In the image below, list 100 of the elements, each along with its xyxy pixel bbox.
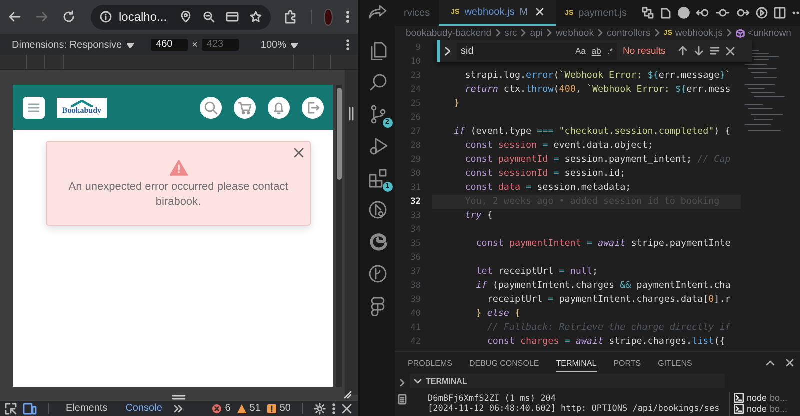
code-line: // Fallback: Retrieve the charge directly if	[486, 321, 732, 335]
code-line: const session = event.data.object;	[464, 139, 654, 153]
url-text: localho...	[119, 10, 168, 24]
play-bug-icon[interactable]	[368, 136, 388, 156]
panel-tab[interactable]: GITLENS	[658, 354, 692, 372]
chevron-up-icon[interactable]	[766, 360, 775, 366]
more-icon[interactable]	[792, 11, 800, 15]
play-circle-icon[interactable]	[756, 7, 768, 19]
card-icon[interactable]	[226, 11, 240, 23]
terminal-session[interactable]: node bo...	[734, 403, 800, 414]
times-sign: ×	[192, 40, 198, 50]
terminal-session[interactable]: node bo...	[734, 392, 800, 403]
resize-handle-icon[interactable]	[172, 395, 186, 400]
find-option-button[interactable]: ab	[592, 46, 602, 56]
star-icon[interactable]	[250, 11, 262, 23]
cart-icon[interactable]	[234, 96, 256, 118]
close-icon[interactable]	[786, 359, 794, 367]
panel-tab[interactable]: PROBLEMS	[408, 354, 452, 372]
bell-icon[interactable]	[268, 96, 290, 118]
compare-icon[interactable]	[642, 7, 654, 19]
breadcrumb-item[interactable]: <unknown	[736, 28, 792, 38]
code-line: try {	[464, 209, 494, 223]
close-icon[interactable]	[342, 404, 352, 414]
count-text: 6	[225, 403, 231, 414]
arrow-up-icon[interactable]	[678, 46, 688, 56]
count-badge[interactable]: 50	[266, 403, 291, 414]
code-line: }	[453, 97, 461, 111]
menu-dots-icon[interactable]	[346, 10, 350, 24]
devtools-tab[interactable]: Elements	[60, 403, 114, 414]
blocks-icon[interactable]	[368, 168, 388, 188]
scrollbar-thumb[interactable]	[337, 88, 342, 180]
find-option-button[interactable]: .*	[607, 46, 613, 56]
breadcrumb-item[interactable]: bookabudy-backend	[406, 28, 492, 38]
cube-icon	[736, 28, 745, 38]
chevron-icon[interactable]	[445, 46, 451, 56]
circle-dot-icon[interactable]	[716, 7, 730, 19]
address-bar[interactable]: localho...	[91, 4, 272, 30]
breadcrumb-item[interactable]: controllers	[606, 28, 651, 38]
chevron-icon	[654, 29, 660, 37]
search-icon[interactable]	[368, 72, 388, 92]
device-toggle-icon[interactable]	[23, 402, 37, 414]
no-results-text: No results	[623, 46, 666, 56]
terminal-icon	[734, 404, 744, 414]
close-icon[interactable]	[726, 46, 735, 56]
chevron-down-icon	[414, 378, 422, 384]
resize-handle-icon[interactable]	[349, 107, 354, 121]
code-line: let receiptUrl = null;	[475, 265, 600, 279]
panel-tab[interactable]: TERMINAL	[556, 354, 597, 372]
chevron-icon	[598, 29, 603, 37]
settings-icon[interactable]	[314, 402, 326, 414]
breadcrumb-item[interactable]: api	[530, 28, 543, 38]
arrow-down-icon[interactable]	[694, 46, 704, 56]
breadcrumb-item[interactable]: webhook	[556, 28, 594, 38]
resize-corner-icon[interactable]	[344, 391, 352, 399]
width-field[interactable]: 460	[151, 39, 188, 51]
chevron-icon[interactable]	[400, 379, 405, 387]
hamburger-menu-icon[interactable]	[23, 96, 45, 118]
panel-tab[interactable]: DEBUG CONSOLE	[469, 354, 540, 372]
count-badge[interactable]: 51	[236, 403, 261, 414]
find-field[interactable]: sid Aa ab .*	[457, 42, 617, 60]
chevron-icon	[726, 29, 732, 37]
logout-icon[interactable]	[302, 96, 324, 118]
zoom-dropdown[interactable]: 100%	[260, 40, 286, 50]
close-icon[interactable]	[294, 148, 304, 158]
selection-lines-icon[interactable]	[710, 46, 720, 56]
warning-icon	[236, 404, 247, 414]
code-line: const data = session.metadata;	[464, 181, 632, 195]
puzzle-icon[interactable]	[284, 10, 298, 24]
terminal-line: [2024-11-12 06:48:40.602] http: OPTIONS /api/bookings/ses	[427, 404, 721, 414]
panel-tab[interactable]: PORTS	[614, 354, 642, 372]
section-header[interactable]: TERMINAL	[410, 374, 725, 388]
menu-dots-icon[interactable]	[332, 402, 336, 414]
open-file-icon[interactable]	[660, 7, 672, 19]
logo[interactable]: Bookabudy	[57, 98, 107, 118]
search-icon[interactable]	[200, 96, 222, 118]
share-arrow-icon[interactable]	[368, 4, 388, 20]
location-pin-icon[interactable]	[180, 11, 192, 23]
breadcrumb-item[interactable]: src	[504, 28, 518, 38]
inspect-icon[interactable]	[5, 402, 17, 414]
arrow-circle-right-icon[interactable]	[736, 7, 750, 19]
chevron-icon	[546, 29, 552, 37]
git-graph-icon[interactable]	[368, 264, 388, 284]
menu-dots-icon[interactable]	[346, 39, 350, 51]
document-icon[interactable]	[398, 394, 407, 405]
more-tabs-icon[interactable]	[174, 404, 184, 412]
arrow-circle-left-icon[interactable]	[696, 7, 710, 19]
devtools-tab[interactable]: Console	[120, 403, 168, 414]
count-badge[interactable]: 6	[212, 403, 231, 414]
back-icon[interactable]	[8, 10, 22, 24]
dimensions-dropdown[interactable]: Dimensions: Responsive	[12, 40, 122, 50]
reload-icon[interactable]	[62, 10, 76, 24]
zoom-out-icon[interactable]	[203, 11, 216, 23]
wave-logo-icon[interactable]	[368, 232, 388, 252]
remote-explorer-icon[interactable]	[368, 200, 388, 220]
logo-text: Bookabudy	[62, 106, 102, 115]
split-editor-icon[interactable]	[774, 7, 786, 19]
code-line: receiptUrl = paymentIntent.charges.data[0].r	[486, 293, 732, 307]
caret-icon[interactable]	[127, 42, 134, 48]
find-option-button[interactable]: Aa	[575, 46, 586, 56]
caret-icon[interactable]	[291, 42, 298, 48]
